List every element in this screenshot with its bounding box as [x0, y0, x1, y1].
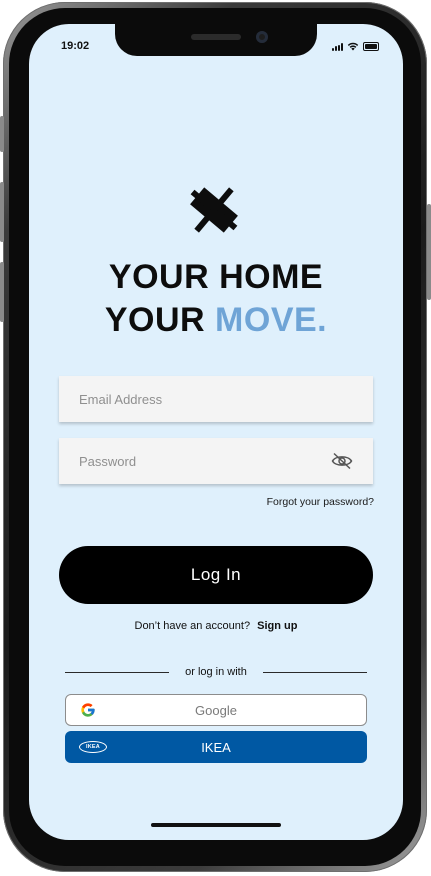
- password-field[interactable]: [59, 438, 373, 484]
- headline-accent: MOVE.: [215, 301, 328, 339]
- app-screen: 19:02 YOUR HOME YOUR MOVE. Email Address…: [29, 24, 403, 840]
- ikea-login-button[interactable]: IKEA IKEA: [65, 731, 367, 763]
- front-camera: [256, 31, 268, 43]
- email-field[interactable]: [59, 376, 373, 422]
- phone-notch: [115, 24, 317, 56]
- headline-line-1: YOUR HOME: [108, 258, 324, 296]
- status-icons: [332, 41, 379, 51]
- ikea-button-label: IKEA: [201, 739, 231, 755]
- signup-row: Don’t have an account? Sign up: [29, 620, 403, 632]
- app-logo-icon: [190, 187, 238, 233]
- speaker-grille: [191, 34, 241, 40]
- ikea-logo-icon: IKEA: [79, 741, 107, 753]
- wifi-icon: [347, 42, 359, 51]
- phone-mute-switch: [0, 116, 4, 152]
- password-input[interactable]: [59, 438, 373, 484]
- social-divider: or log in with: [65, 664, 367, 680]
- forgot-password-link[interactable]: Forgot your password?: [267, 496, 374, 508]
- divider-line-right: [263, 672, 367, 673]
- home-indicator[interactable]: [151, 823, 281, 827]
- eye-slash-icon[interactable]: [331, 452, 353, 470]
- cellular-signal-icon: [332, 43, 343, 51]
- google-button-label: Google: [195, 702, 237, 718]
- phone-volume-up: [0, 182, 4, 242]
- phone-volume-down: [0, 262, 4, 322]
- signup-link[interactable]: Sign up: [257, 620, 297, 632]
- signup-prompt: Don’t have an account?: [134, 620, 251, 632]
- email-input[interactable]: [59, 376, 373, 422]
- login-button[interactable]: Log In: [59, 546, 373, 604]
- status-time: 19:02: [61, 40, 90, 52]
- google-login-button[interactable]: Google: [65, 694, 367, 726]
- battery-icon: [363, 42, 379, 51]
- headline-prefix: YOUR: [104, 301, 206, 339]
- phone-power-button: [427, 204, 431, 300]
- headline-line-2: YOUR MOVE.: [29, 301, 403, 340]
- google-icon: [81, 703, 95, 717]
